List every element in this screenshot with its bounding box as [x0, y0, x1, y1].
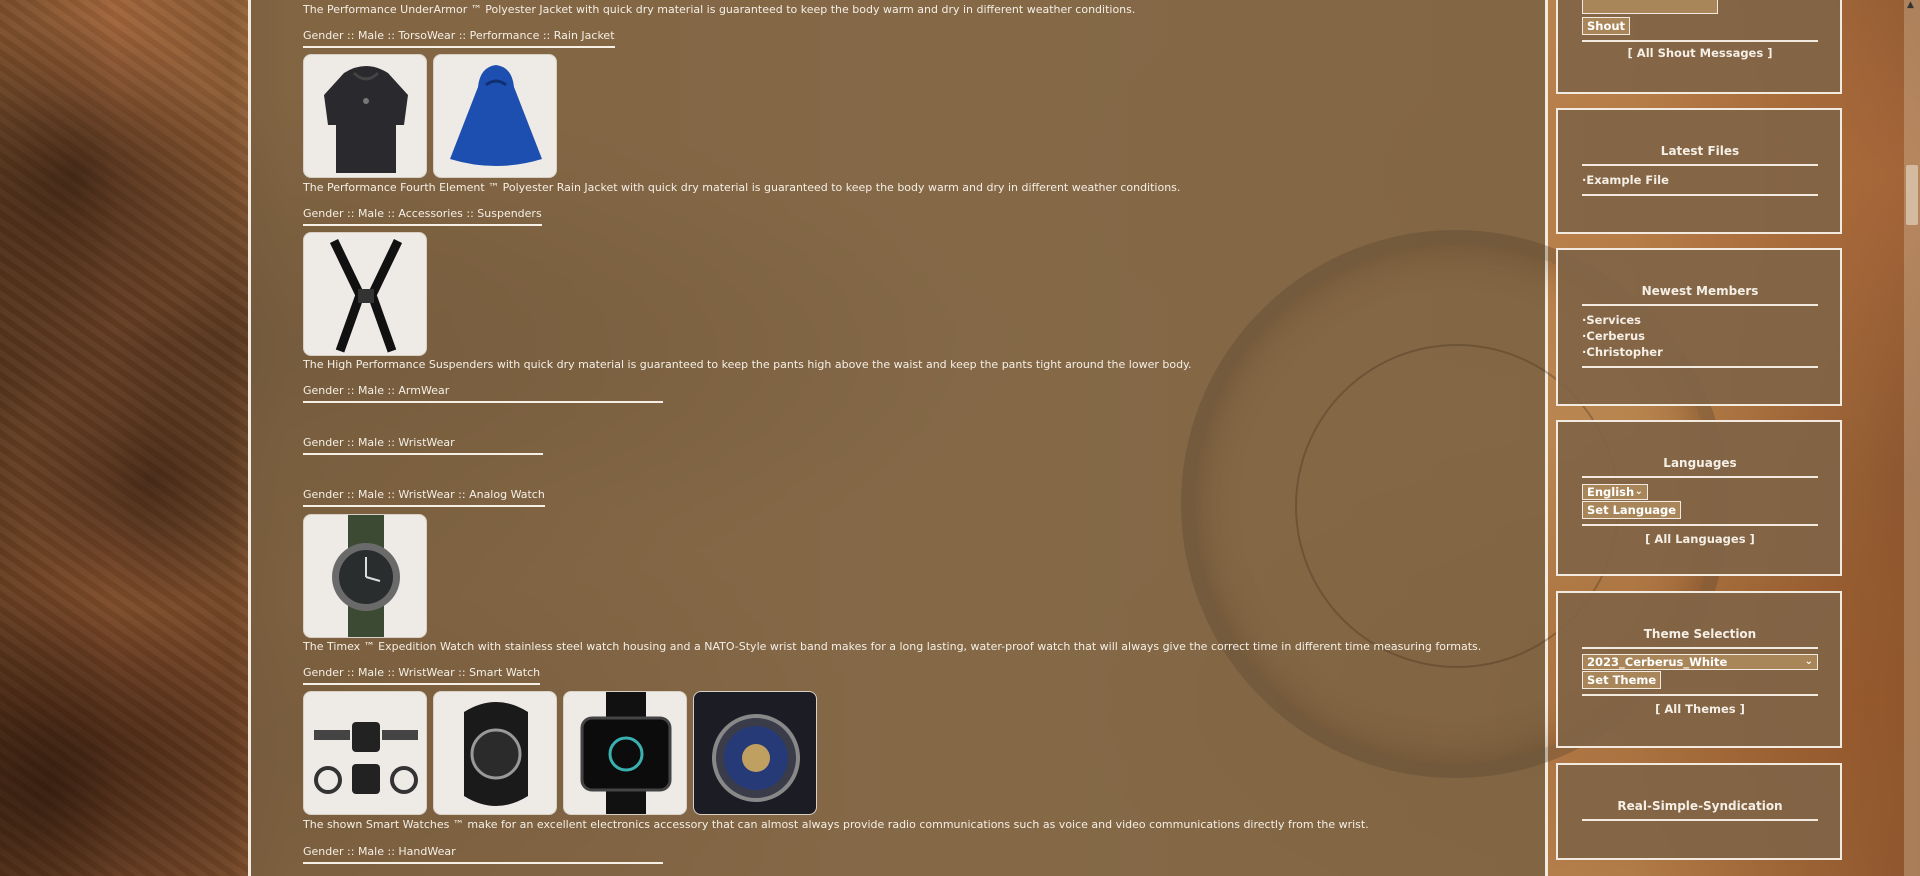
newest-members-panel: Newest Members Services Cerberus Christo… [1556, 248, 1842, 406]
latest-files-list: Example File [1582, 172, 1818, 196]
latest-files-panel: Latest Files Example File [1556, 108, 1842, 234]
right-sidebar: Shout [ All Shout Messages ] Latest File… [1552, 0, 1846, 876]
member-link[interactable]: Services [1582, 312, 1818, 328]
product-image-black-jacket[interactable] [303, 54, 427, 178]
rss-panel: Real-Simple-Syndication [1556, 763, 1842, 860]
product-image-blue-poncho[interactable] [433, 54, 557, 178]
newest-members-list: Services Cerberus Christopher [1582, 312, 1818, 368]
shout-message-input[interactable] [1582, 0, 1718, 14]
square-smartwatch-image [580, 692, 672, 814]
all-themes-link[interactable]: [ All Themes ] [1582, 702, 1818, 716]
theme-selected-value: 2023_Cerberus_White [1587, 655, 1728, 669]
rss-title[interactable]: Real-Simple-Syndication [1582, 799, 1818, 821]
smartwatch-set-image [314, 722, 418, 794]
chevron-down-icon: ⌄ [1804, 656, 1813, 667]
product-image-row [303, 54, 557, 178]
page-scrollbar[interactable]: ▲ [1904, 0, 1920, 876]
product-image-round-smartwatch[interactable] [433, 691, 557, 815]
category-breadcrumb[interactable]: Gender :: Male :: Accessories :: Suspend… [303, 207, 542, 226]
category-breadcrumb[interactable]: Gender :: Male :: TorsoWear :: Performan… [303, 29, 615, 48]
product-image-timex-watch[interactable] [303, 514, 427, 638]
category-label[interactable]: Gender :: Male :: WristWear :: Smart Wat… [303, 666, 540, 679]
file-link[interactable]: Example File [1582, 172, 1818, 188]
product-description: The High Performance Suspenders with qui… [303, 358, 1192, 371]
all-shout-messages-link[interactable]: [ All Shout Messages ] [1582, 46, 1818, 60]
theme-select[interactable]: 2023_Cerberus_White ⌄ [1582, 654, 1818, 670]
product-description: The shown Smart Watches ™ make for an ex… [303, 818, 1369, 831]
product-image-smartwatch-band-set[interactable] [303, 691, 427, 815]
theme-selection-title: Theme Selection [1582, 627, 1818, 649]
set-theme-button[interactable]: Set Theme [1582, 671, 1662, 689]
languages-panel: Languages English ⌄ Set Language [ All L… [1556, 420, 1842, 576]
scrollbar-thumb[interactable] [1906, 165, 1918, 225]
all-languages-link[interactable]: [ All Languages ] [1582, 532, 1818, 546]
product-image-row [303, 691, 817, 815]
divider [1582, 40, 1818, 42]
jacket-image [324, 66, 408, 173]
poncho-image [450, 65, 542, 166]
product-description: The Performance Fourth Element ™ Polyest… [303, 181, 1181, 194]
language-selected-value: English [1587, 485, 1635, 499]
suspenders-image [329, 239, 403, 353]
category-label[interactable]: Gender :: Male :: WristWear [303, 436, 455, 449]
member-link[interactable]: Christopher [1582, 344, 1818, 360]
category-label[interactable]: Gender :: Male :: Accessories :: Suspend… [303, 207, 542, 220]
category-breadcrumb[interactable]: Gender :: Male :: WristWear :: Smart Wat… [303, 666, 541, 685]
category-label[interactable]: Gender :: Male :: ArmWear [303, 384, 449, 397]
product-image-suspenders[interactable] [303, 232, 427, 356]
divider [1582, 524, 1818, 526]
product-image-square-smartwatch[interactable] [563, 691, 687, 815]
category-breadcrumb[interactable]: Gender :: Male :: ArmWear [303, 384, 663, 403]
category-label[interactable]: Gender :: Male :: HandWear [303, 845, 456, 858]
set-language-button[interactable]: Set Language [1582, 501, 1682, 519]
product-description: The Timex ™ Expedition Watch with stainl… [303, 640, 1482, 653]
analog-watch-image [332, 515, 400, 637]
language-select[interactable]: English ⌄ [1582, 484, 1648, 500]
premium-smartwatch-image [712, 714, 800, 802]
category-label[interactable]: Gender :: Male :: TorsoWear :: Performan… [303, 29, 615, 42]
product-description: The Performance UnderArmor ™ Polyester J… [303, 3, 1136, 16]
shout-button[interactable]: Shout [1582, 17, 1631, 35]
map-texture-left [0, 0, 248, 876]
category-breadcrumb[interactable]: Gender :: Male :: WristWear [303, 436, 543, 455]
category-breadcrumb[interactable]: Gender :: Male :: HandWear [303, 845, 663, 864]
shoutbox-panel: Shout [ All Shout Messages ] [1556, 0, 1842, 94]
divider [1582, 694, 1818, 696]
chevron-down-icon: ⌄ [1634, 486, 1643, 497]
product-image-premium-smartwatch[interactable] [693, 691, 817, 815]
languages-title: Languages [1582, 456, 1818, 478]
category-label[interactable]: Gender :: Male :: WristWear :: Analog Wa… [303, 488, 545, 501]
round-smartwatch-image [464, 702, 528, 806]
product-image-row [303, 232, 427, 356]
theme-selection-panel: Theme Selection 2023_Cerberus_White ⌄ Se… [1556, 591, 1842, 748]
scroll-up-arrow-icon[interactable]: ▲ [1907, 0, 1914, 10]
member-link[interactable]: Cerberus [1582, 328, 1818, 344]
product-image-row [303, 514, 427, 638]
category-breadcrumb[interactable]: Gender :: Male :: WristWear :: Analog Wa… [303, 488, 545, 507]
newest-members-title: Newest Members [1582, 284, 1818, 306]
latest-files-title: Latest Files [1582, 144, 1818, 166]
